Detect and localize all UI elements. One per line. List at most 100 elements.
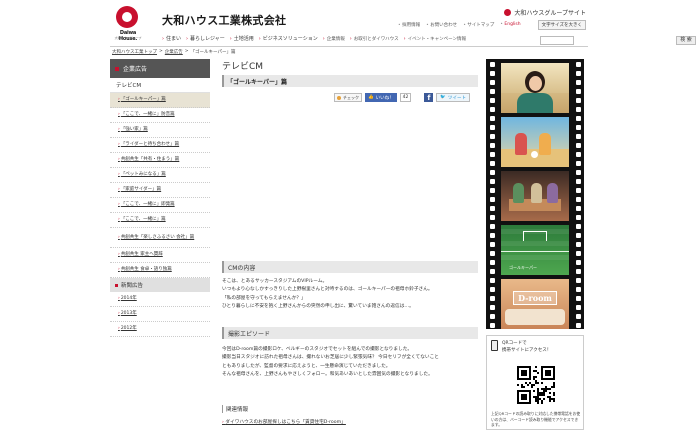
- figure: [515, 133, 527, 155]
- sidebar-item[interactable]: 「ゴールキーパー」篇: [110, 93, 210, 108]
- sidebar-item[interactable]: 「ここで、一緒に」防音篇: [110, 108, 210, 123]
- nav-item[interactable]: › 暮らしレジャー: [186, 35, 225, 43]
- qr-module: [533, 384, 535, 386]
- sidebar-year-item[interactable]: 2013年: [110, 307, 210, 322]
- util-link-contact[interactable]: お問い合わせ: [426, 22, 457, 28]
- sidebar-item[interactable]: 「強い家」篇: [110, 123, 210, 138]
- film-perforation: [489, 296, 495, 301]
- film-perforation: [575, 206, 581, 211]
- main-content: テレビCM 「ゴールキーパー」篇 チェック 👍 いいね！ 42 f 🐦 ツイート…: [222, 59, 478, 425]
- qr-module: [535, 376, 537, 378]
- sidebar-newspaper-heading[interactable]: 新聞広告: [110, 278, 210, 292]
- sidebar-item[interactable]: 共創共生 食卓・語り独篇: [110, 263, 210, 278]
- util-link-sitemap[interactable]: サイトマップ: [463, 22, 494, 28]
- group-site-label[interactable]: 大和ハウスグループサイト: [514, 8, 586, 17]
- sidebar-item[interactable]: 共創共生 家主へ賛辞: [110, 248, 210, 263]
- facebook-like-button[interactable]: 👍 いいね！: [365, 93, 397, 102]
- film-perforation: [489, 98, 495, 103]
- sidebar-item[interactable]: 「ペットみになる」篇: [110, 168, 210, 183]
- sidebar-item[interactable]: 「ここで、一緒に」篇: [110, 213, 210, 228]
- search-button[interactable]: 検 索: [676, 36, 696, 45]
- thumbs-up-icon: 👍: [368, 95, 374, 100]
- film-perforation: [489, 287, 495, 292]
- film-perforation: [489, 134, 495, 139]
- nav-item[interactable]: › 住まい: [162, 35, 181, 43]
- person: [531, 183, 542, 203]
- util-link-recruit[interactable]: 採用情報: [398, 22, 420, 28]
- qr-module: [543, 398, 545, 400]
- facebook-share-icon[interactable]: f: [424, 93, 434, 102]
- film-perforation: [575, 260, 581, 265]
- qr-code-icon: [517, 366, 555, 404]
- film-perforation: [489, 305, 495, 310]
- nav-item[interactable]: › ビジネスソリューション: [258, 35, 318, 43]
- breadcrumb-corporate-ad[interactable]: 企業広告: [165, 49, 183, 55]
- nav-item[interactable]: › お取引とダイワハウス: [350, 35, 399, 42]
- film-perforation: [489, 71, 495, 76]
- sidebar-subheading[interactable]: テレビCM: [110, 78, 210, 93]
- nav-item[interactable]: › イベント・キャンペーン情報: [404, 35, 466, 42]
- section-heading-cm-content: CMの内容: [222, 261, 478, 273]
- nav-item[interactable]: › 企業情報: [323, 35, 345, 42]
- sidebar-item[interactable]: 「家庭サイダー」篇: [110, 183, 210, 198]
- util-link-english[interactable]: English: [500, 22, 520, 28]
- film-perforation: [489, 260, 495, 265]
- film-frame-figures[interactable]: [501, 117, 569, 167]
- film-perforation: [489, 323, 495, 328]
- breadcrumb-home[interactable]: 大和ハウス工業トップ: [112, 49, 157, 55]
- sidebar-item[interactable]: 共創共生「共有・住まう」篇: [110, 153, 210, 168]
- cm-title-bar: 「ゴールキーパー」篇: [222, 75, 478, 87]
- film-perforations: [488, 59, 496, 329]
- qr-module: [517, 384, 519, 386]
- check-icon: [337, 95, 341, 100]
- pitch-line: [501, 251, 569, 252]
- sidebar-item[interactable]: 「ここで、一緒に」即発篇: [110, 198, 210, 213]
- qr-module: [535, 366, 537, 368]
- breadcrumb: 大和ハウス工業トップ > 企業広告 > 「ゴールキーパー」篇: [112, 49, 236, 55]
- film-perforation: [489, 314, 495, 319]
- tweet-button[interactable]: 🐦 ツイート: [436, 93, 470, 102]
- share-buttons: チェック 👍 いいね！ 42 f 🐦 ツイート: [334, 93, 470, 102]
- qr-title: QRコードで 携帯サイトにアクセス！: [502, 340, 551, 354]
- film-perforation: [575, 134, 581, 139]
- film-perforation: [575, 242, 581, 247]
- film-frame-room[interactable]: [501, 171, 569, 221]
- group-site-link[interactable]: 大和ハウスグループサイト: [504, 8, 586, 17]
- qr-module: [553, 400, 555, 402]
- mixi-check-button[interactable]: チェック: [334, 93, 362, 102]
- sidebar-item[interactable]: 共創共生「楽しさふるさい 会社」篇: [110, 228, 210, 248]
- film-perforation: [489, 161, 495, 166]
- sidebar-heading[interactable]: 企業広告: [110, 59, 210, 78]
- qr-module: [525, 374, 527, 376]
- text-size-button[interactable]: 文字サイズを大きく: [537, 20, 586, 30]
- film-frame-droom[interactable]: D-room: [501, 279, 569, 329]
- chevron-right-icon: ›: [258, 35, 261, 42]
- film-frame-pitch[interactable]: ゴールキーパー: [501, 225, 569, 275]
- nav-item[interactable]: › 土地活用: [230, 35, 254, 43]
- film-perforation: [489, 179, 495, 184]
- breadcrumb-separator: >: [159, 49, 163, 54]
- film-perforations: [574, 59, 582, 329]
- like-count: 42: [399, 93, 412, 102]
- search-input[interactable]: [540, 36, 574, 45]
- film-perforation: [575, 305, 581, 310]
- sidebar-year-item[interactable]: 2012年: [110, 322, 210, 337]
- related-info-heading: 関連情報: [222, 405, 478, 413]
- qr-module: [537, 372, 539, 374]
- film-perforation: [489, 116, 495, 121]
- film-perforation: [489, 278, 495, 283]
- sidebar-year-item[interactable]: 2014年: [110, 292, 210, 307]
- sidebar-heading-label: 企業広告: [123, 66, 148, 73]
- daiwa-house-logo-icon[interactable]: [116, 6, 138, 28]
- qr-title-line: 携帯サイトにアクセス！: [502, 348, 552, 353]
- qr-module: [537, 402, 539, 404]
- film-perforation: [575, 89, 581, 94]
- sidebar-item[interactable]: 「ライダーと待ち合わせ」篇: [110, 138, 210, 153]
- chevron-right-icon: ›: [322, 35, 325, 42]
- film-perforation: [489, 269, 495, 274]
- film-frame-woman[interactable]: [501, 63, 569, 113]
- film-perforation: [489, 80, 495, 85]
- cm-film-strip[interactable]: ゴールキーパー D-room: [486, 59, 584, 329]
- related-link-droom[interactable]: ダイワハウスのお部屋探しはこちら「賃貸住宅D-room」: [222, 419, 346, 425]
- film-perforation: [575, 188, 581, 193]
